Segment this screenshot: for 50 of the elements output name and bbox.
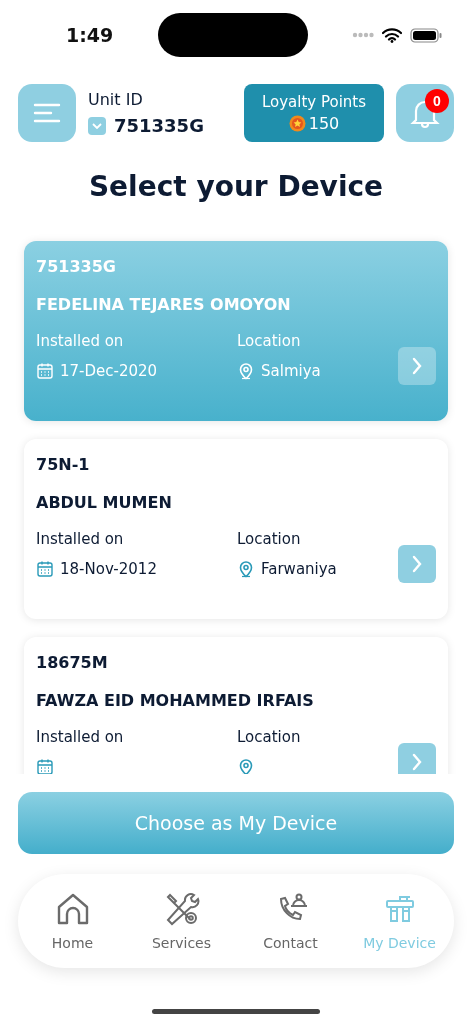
customer-name: FEDELINA TEJARES OMOYON [36, 295, 292, 314]
notification-count: 0 [425, 89, 449, 113]
device-card[interactable]: 18675M FAWZA EID MOHAMMED IRFAIS Installed on Location [24, 637, 448, 774]
location-label: Location [237, 728, 302, 746]
calendar-icon [36, 758, 54, 774]
star-coin-icon [288, 115, 306, 132]
device-id: 751335G [36, 257, 117, 276]
installed-label: Installed on [36, 530, 125, 548]
calendar-icon [36, 362, 54, 380]
chevron-right-icon [412, 753, 422, 771]
location-label: Location [237, 530, 302, 548]
calendar-icon [36, 560, 54, 578]
nav-tab[interactable]: Home [18, 891, 127, 951]
installed-label: Installed on [36, 332, 125, 350]
location-pin-icon [237, 560, 255, 578]
open-device-button[interactable] [398, 347, 436, 385]
points-value: 150 [308, 114, 340, 133]
chevron-right-icon [412, 555, 422, 573]
battery-icon [410, 27, 442, 43]
status-time: 1:49 [66, 24, 114, 46]
loyalty-title: Loyalty Points [261, 93, 367, 111]
location-value: Farwaniya [261, 560, 337, 578]
location-pin-icon [237, 758, 255, 774]
installed-label: Installed on [36, 728, 125, 746]
wifi-icon [382, 27, 402, 43]
open-device-button[interactable] [398, 545, 436, 583]
signal-icon [352, 32, 374, 38]
install-date: 17-Dec-2020 [60, 362, 158, 380]
page-title: Select your Device [87, 169, 385, 205]
notifications-button[interactable]: 0 [396, 84, 454, 142]
customer-name: FAWZA EID MOHAMMED IRFAIS [36, 691, 315, 710]
device-id: 18675M [36, 653, 109, 672]
location-value: Salmiya [261, 362, 321, 380]
menu-button[interactable] [18, 84, 76, 142]
device-card[interactable]: 75N-1 ABDUL MUMEN Installed on Location 18-Nov-2012 Farwaniya [24, 439, 448, 619]
loyalty-points-button[interactable]: Loyalty Points 150 [244, 84, 384, 142]
nav-tab[interactable]: Contact [236, 891, 345, 951]
chevron-down-icon [92, 122, 102, 129]
open-device-button[interactable] [398, 743, 436, 774]
location-label: Location [237, 332, 302, 350]
device-id: 75N-1 [36, 455, 91, 474]
location-pin-icon [237, 362, 255, 380]
unit-id: 751335G [114, 115, 204, 136]
customer-name: ABDUL MUMEN [36, 493, 173, 512]
nav-tab[interactable]: Services [127, 891, 236, 951]
dropdown-toggle[interactable] [88, 116, 106, 135]
chevron-right-icon [412, 357, 422, 375]
menu-icon [33, 103, 61, 123]
unit-label: Unit ID [88, 90, 144, 109]
install-date: 18-Nov-2012 [60, 560, 157, 578]
